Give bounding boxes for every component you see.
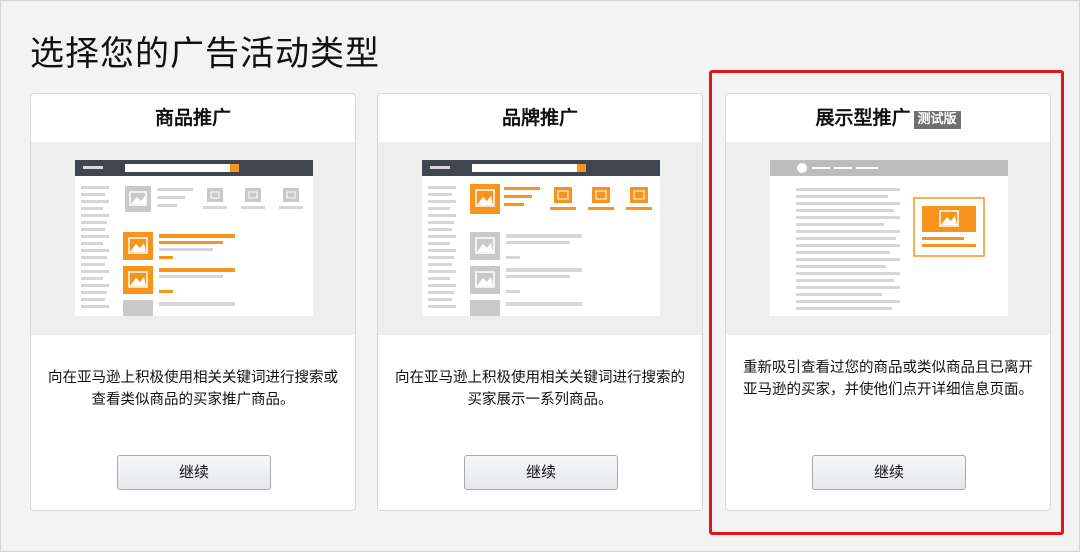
preview-sponsored-products (31, 142, 355, 335)
page-title: 选择您的广告活动类型 (30, 34, 380, 74)
card-title: 品牌推广 (501, 107, 578, 129)
highlight-box (709, 70, 1064, 535)
sponsored-brands-illustration (422, 160, 660, 316)
card-sponsored-products: 商品推广 向在亚马逊上积极使用相关关键词进行搜索或查看类似商品的买家推广商品。 … (30, 93, 356, 511)
card-title: 商品推广 (154, 107, 231, 129)
card-sponsored-brands: 品牌推广 向在亚马逊上积极使用相关关键词进行搜索的买家展示一系列商品。 继续 (377, 93, 703, 511)
continue-button-sponsored-products[interactable]: 继续 (117, 455, 271, 490)
preview-sponsored-brands (378, 142, 702, 335)
continue-button-sponsored-brands[interactable]: 继续 (464, 455, 618, 490)
card-description: 向在亚马逊上积极使用相关关键词进行搜索的买家展示一系列商品。 (395, 370, 685, 408)
sponsored-products-illustration (75, 160, 313, 316)
card-description: 向在亚马逊上积极使用相关关键词进行搜索或查看类似商品的买家推广商品。 (48, 370, 338, 408)
